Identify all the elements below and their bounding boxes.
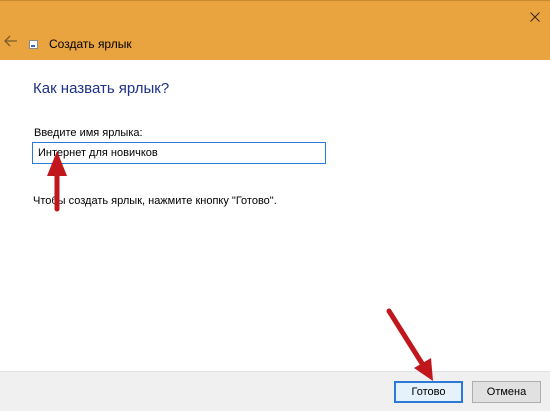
page-heading: Как назвать ярлык? [33,80,170,97]
footer-bar [0,371,550,411]
cancel-button[interactable]: Отмена [472,381,541,403]
back-arrow-icon [4,35,17,47]
back-button[interactable] [2,32,20,50]
instruction-text: Чтобы создать ярлык, нажмите кнопку "Гот… [33,195,277,207]
shortcut-wizard-icon [29,40,38,49]
close-button[interactable] [524,6,546,28]
window-title: Создать ярлык [49,37,132,51]
close-icon [530,12,540,22]
title-bar: Создать ярлык [0,0,550,60]
done-button[interactable]: Готово [394,381,463,403]
shortcut-name-input[interactable] [32,142,326,164]
name-field-label: Введите имя ярлыка: [34,127,143,139]
title-bar-edge [0,0,550,1]
